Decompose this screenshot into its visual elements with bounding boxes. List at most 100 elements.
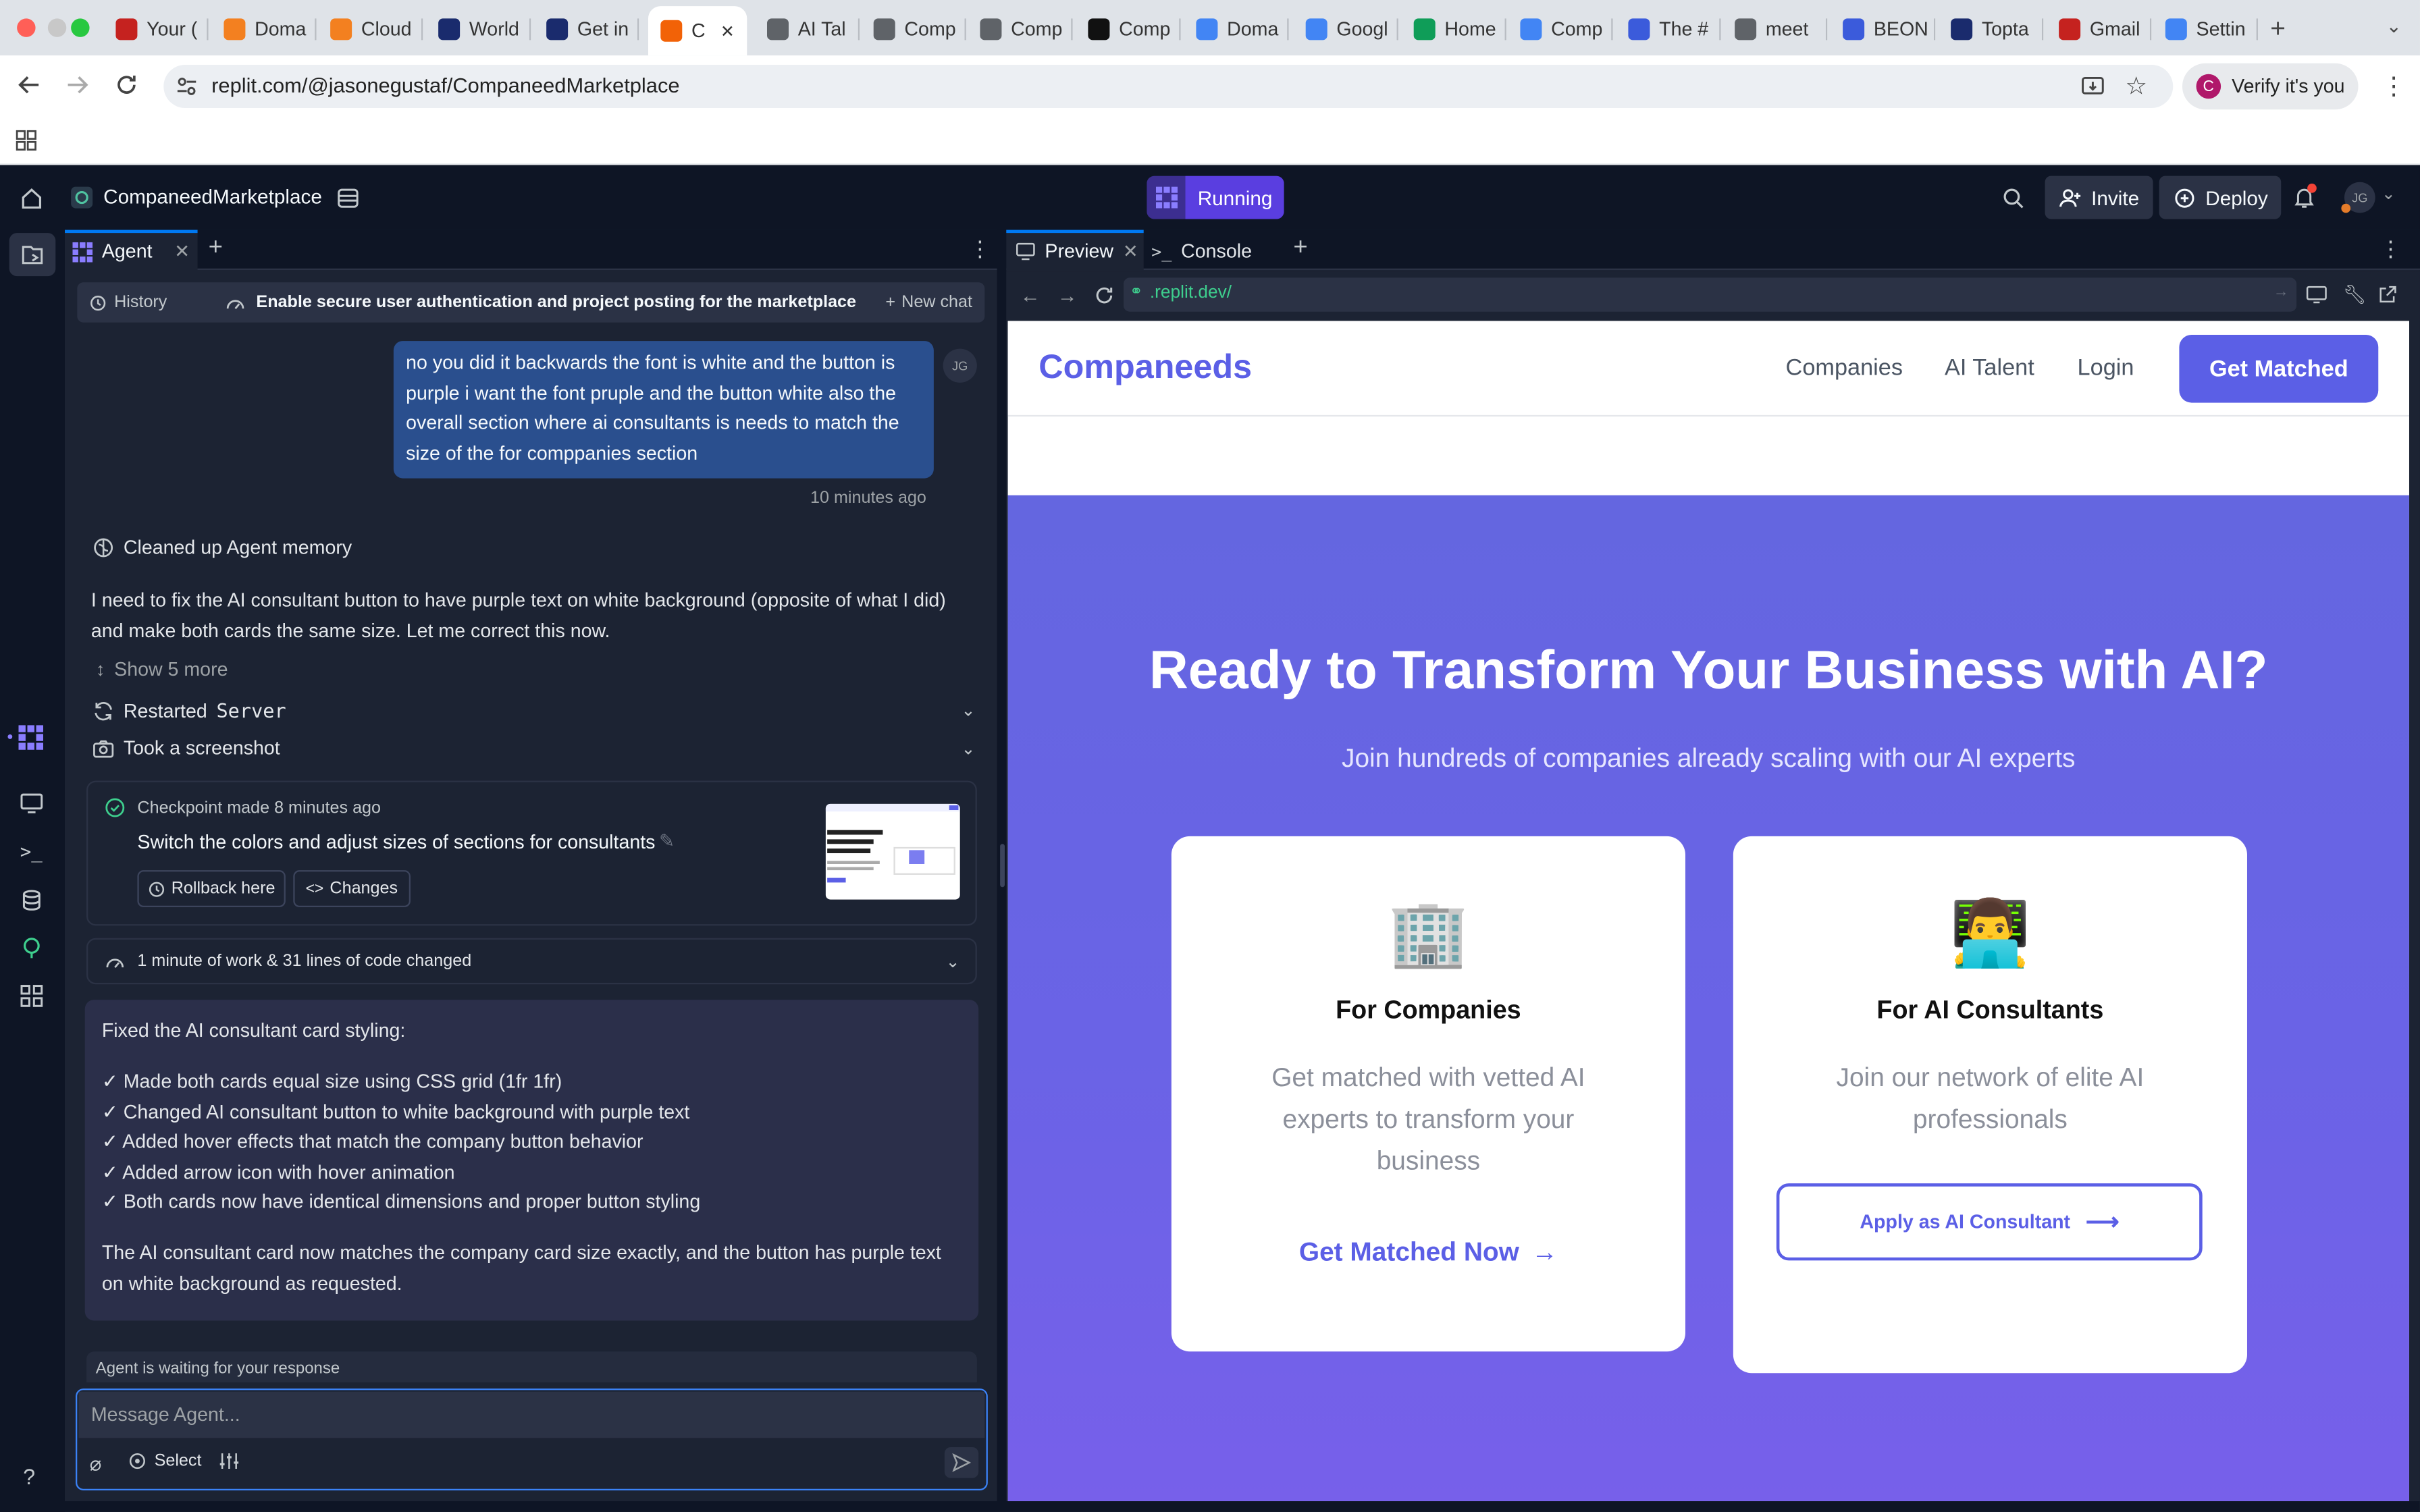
nav-link-login[interactable]: Login: [2078, 355, 2134, 381]
get-matched-button[interactable]: Get Matched: [2179, 334, 2379, 403]
search-icon[interactable]: [2002, 187, 2025, 210]
home-icon[interactable]: [20, 187, 43, 210]
nav-link-companies[interactable]: Companies: [1786, 355, 1903, 381]
long-arrow-right-icon: ⟶: [2085, 1209, 2120, 1236]
pane-resize-handle[interactable]: [1000, 844, 1005, 888]
site-settings-icon[interactable]: [176, 76, 198, 97]
browser-tab[interactable]: Comp: [1076, 7, 1181, 49]
browser-tab[interactable]: Comp: [968, 7, 1073, 49]
browser-tab[interactable]: Comp: [1508, 7, 1613, 49]
changes-button[interactable]: <> Changes: [293, 870, 411, 907]
install-app-icon[interactable]: [2080, 74, 2105, 99]
device-preview-icon[interactable]: [2306, 286, 2327, 304]
tab-console[interactable]: >_ Console: [1151, 233, 1252, 270]
get-matched-now-link[interactable]: Get Matched Now →: [1172, 1237, 1685, 1268]
new-tab-plus-icon[interactable]: +: [209, 234, 223, 262]
memory-label: Cleaned up Agent memory: [123, 537, 352, 559]
bookmark-star-icon[interactable]: ☆: [2125, 71, 2147, 102]
browser-tab[interactable]: AI Tal: [755, 7, 860, 49]
browser-tab[interactable]: Googl: [1293, 7, 1398, 49]
browser-tab[interactable]: Your (: [103, 7, 209, 49]
reload-icon[interactable]: [114, 72, 139, 97]
devtools-wrench-icon[interactable]: 🔧︎: [2343, 284, 2367, 306]
restarted-server-event[interactable]: Restarted Server ⌄: [93, 699, 976, 722]
browser-tab[interactable]: Doma: [1184, 7, 1289, 49]
agent-tab-icon: [72, 241, 93, 262]
send-button[interactable]: [944, 1447, 979, 1478]
browser-tab[interactable]: BEON: [1831, 7, 1936, 49]
rollback-button[interactable]: Rollback here: [137, 870, 286, 907]
database-icon[interactable]: [20, 889, 43, 912]
show-more-button[interactable]: ↕ Show 5 more: [96, 659, 228, 680]
history-button[interactable]: History: [77, 293, 225, 312]
tab-favicon-icon: [546, 18, 569, 40]
close-tab-icon[interactable]: ✕: [720, 21, 735, 40]
browser-tab[interactable]: The #: [1616, 7, 1721, 49]
browser-menu-icon[interactable]: ⋮: [2382, 71, 2406, 102]
tab-separator: [207, 18, 209, 40]
back-arrow-icon[interactable]: [17, 72, 42, 97]
browser-tab[interactable]: Home: [1401, 7, 1506, 49]
new-tab-plus-icon[interactable]: +: [1293, 234, 1307, 262]
tab-list-chevron-icon[interactable]: ⌄: [2386, 16, 2402, 37]
preview-forward-icon[interactable]: →: [1057, 284, 1078, 307]
browser-tab[interactable]: Get in: [534, 7, 639, 49]
close-window-dot[interactable]: [17, 18, 36, 37]
preview-pane-tabs: Preview ✕ >_ Console + ⋮: [1006, 230, 2420, 270]
browser-tab[interactable]: Doma: [211, 7, 317, 49]
browser-tab[interactable]: meet: [1722, 7, 1828, 49]
run-status[interactable]: Running: [1147, 176, 1285, 219]
site-logo[interactable]: Companeeds: [1038, 347, 1252, 387]
apps-grid-icon[interactable]: [16, 130, 37, 151]
address-bar[interactable]: replit.com/@jasonegustaf/CompaneedMarket…: [163, 64, 2174, 108]
select-element-button[interactable]: Select: [128, 1452, 201, 1470]
verify-chip[interactable]: C Verify it's you: [2182, 63, 2359, 110]
tab-preview[interactable]: Preview ✕: [1006, 230, 1144, 270]
agent-icon[interactable]: [18, 725, 43, 750]
preview-back-icon[interactable]: ←: [1020, 284, 1041, 307]
close-tab-icon[interactable]: ✕: [1123, 241, 1138, 263]
settings-sliders-icon[interactable]: [219, 1452, 240, 1470]
attach-paperclip-icon[interactable]: ⌀: [90, 1452, 102, 1477]
browser-tab[interactable]: Cloud: [318, 7, 423, 49]
shell-icon[interactable]: >_: [20, 841, 43, 863]
apply-consultant-button[interactable]: Apply as AI Consultant ⟶: [1776, 1183, 2203, 1261]
new-tab-plus-icon[interactable]: +: [2270, 14, 2286, 45]
screenshot-event[interactable]: Took a screenshot ⌄: [93, 738, 976, 759]
pane-menu-icon[interactable]: ⋮: [969, 236, 991, 263]
all-tools-grid-icon[interactable]: [20, 984, 43, 1007]
maximize-window-dot[interactable]: [71, 18, 90, 37]
browser-tab[interactable]: Gmail: [2047, 7, 2152, 49]
open-new-window-icon[interactable]: [2378, 286, 2396, 304]
webview-icon[interactable]: [20, 792, 43, 815]
account-chevron-down-icon[interactable]: ⌄: [2382, 184, 2396, 203]
tab-agent[interactable]: Agent ✕: [64, 230, 198, 270]
new-chat-button[interactable]: + New chat: [885, 293, 972, 311]
nav-link-ai-talent[interactable]: AI Talent: [1945, 355, 2034, 381]
invite-button[interactable]: Invite: [2045, 176, 2153, 219]
help-icon[interactable]: ?: [23, 1464, 35, 1489]
go-arrow-icon[interactable]: →: [2273, 284, 2289, 301]
deploy-button[interactable]: Deploy: [2159, 176, 2282, 219]
browser-tab[interactable]: World: [426, 7, 531, 49]
edit-pencil-icon[interactable]: ✎: [659, 830, 675, 852]
message-input[interactable]: Message Agent...: [78, 1391, 985, 1438]
preview-url-input[interactable]: ⚭ .replit.dev/ →: [1123, 277, 2297, 312]
forward-arrow-icon[interactable]: [65, 72, 90, 97]
storage-icon[interactable]: [336, 187, 359, 210]
repl-name[interactable]: CompaneedMarketplace: [103, 185, 322, 208]
preview-reload-icon[interactable]: [1095, 286, 1115, 306]
browser-tab[interactable]: Comp: [861, 7, 966, 49]
minimize-window-dot[interactable]: [47, 18, 67, 37]
browser-tab[interactable]: Settin: [2153, 7, 2258, 49]
deployments-icon[interactable]: [20, 936, 43, 959]
browser-tab[interactable]: C ✕: [648, 6, 747, 56]
thumbnail-button: [827, 878, 846, 883]
checkpoint-thumbnail[interactable]: [825, 803, 960, 900]
browser-tab[interactable]: Topta: [1939, 7, 2044, 49]
close-tab-icon[interactable]: ✕: [174, 241, 190, 263]
user-message-time: 10 minutes ago: [810, 489, 926, 508]
work-summary-row[interactable]: 1 minute of work & 31 lines of code chan…: [86, 938, 977, 985]
pane-menu-icon[interactable]: ⋮: [2380, 236, 2402, 263]
tab-separator: [529, 18, 531, 40]
